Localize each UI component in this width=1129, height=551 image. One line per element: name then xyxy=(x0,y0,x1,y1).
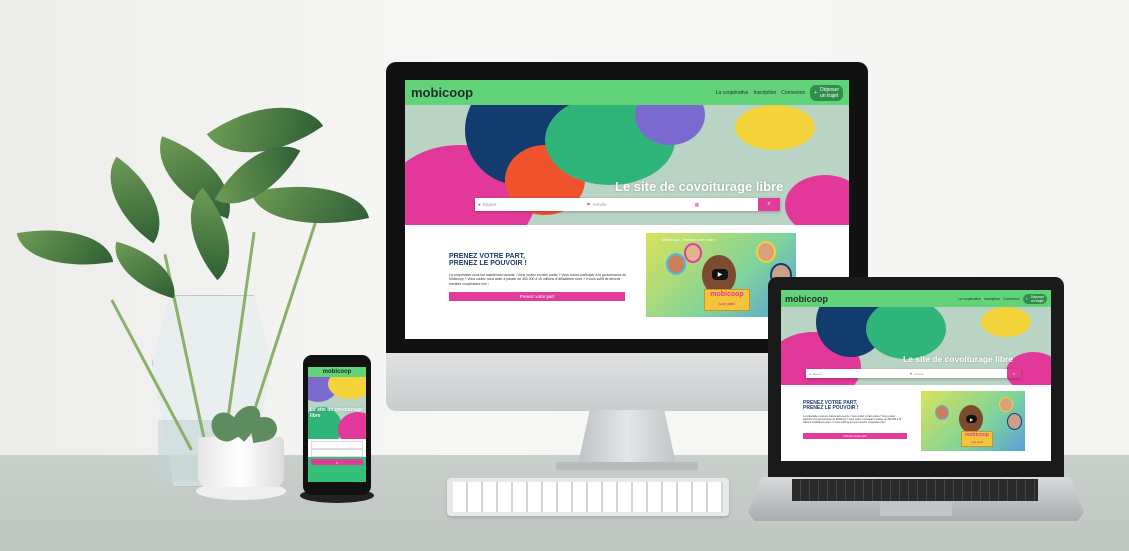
nav-link-cooperative[interactable]: La coopérative xyxy=(716,90,749,96)
hero-banner: Le site de covoiturage libre ● Départ ⚑ Ar… xyxy=(405,105,849,225)
site-navbar: mobicoop La coopérative Inscription Conn… xyxy=(405,80,849,105)
departure-field[interactable]: ● Départ xyxy=(475,202,583,207)
hero-banner: Le site de covoiturage libre xyxy=(308,377,366,439)
calendar-icon: ▦ xyxy=(694,201,700,207)
hero-title: Le site de covoiturage libre xyxy=(615,179,784,194)
search-button[interactable]: ⌕ xyxy=(311,459,363,465)
play-icon[interactable]: ▶ xyxy=(712,269,728,280)
arrival-field[interactable]: ⚑ Arrivée xyxy=(907,372,1008,376)
site-logo[interactable]: mobicoop xyxy=(785,294,828,304)
laptop-screen: mobicoop La coopérative Inscription Conn… xyxy=(781,290,1051,461)
departure-field[interactable] xyxy=(311,441,363,449)
site-logo[interactable]: mobicoop xyxy=(323,369,352,375)
imac-stand-foot xyxy=(556,462,698,470)
plus-icon: + xyxy=(814,89,818,96)
hero-shape xyxy=(328,377,366,399)
section-text: La coopérative vous est maintenant ouver… xyxy=(803,415,902,424)
nav-link-signup[interactable]: Inscription xyxy=(753,90,776,96)
take-your-share-button[interactable]: Prenez votre part xyxy=(803,433,907,439)
search-icon: ⌕ xyxy=(767,201,771,207)
person-face xyxy=(756,241,776,263)
imac-stand xyxy=(578,410,676,464)
plus-icon: + xyxy=(1025,296,1028,301)
hero-title: Le site de covoiturage libre xyxy=(903,354,1014,364)
person-face xyxy=(1007,413,1022,430)
person-face xyxy=(999,397,1013,412)
laptop-keyboard xyxy=(792,479,1038,501)
video-embed[interactable]: ▶ mobicoop une part xyxy=(921,391,1025,451)
nav-link-login[interactable]: Connexion xyxy=(1003,297,1020,301)
phone-screen: mobicoop Le site de covoiturage libre ⌕ xyxy=(308,367,366,482)
person-face xyxy=(666,253,686,275)
search-button[interactable]: ⌕ xyxy=(1007,369,1021,378)
search-bar: ● Départ ⚑ Arrivée ▦ ⌕ xyxy=(475,198,781,211)
site-navbar: mobicoop La coopérative Inscription Conn… xyxy=(781,290,1051,307)
search-icon: ⌕ xyxy=(1012,371,1016,376)
video-sign: mobicoop une part xyxy=(961,431,993,447)
arrival-field[interactable] xyxy=(311,449,363,457)
arrival-field[interactable]: ⚑ Arrivée xyxy=(583,202,691,208)
nav-link-signup[interactable]: Inscription xyxy=(984,297,1000,301)
post-trip-button[interactable]: + Déposer un trajet xyxy=(1022,293,1047,304)
laptop-trackpad xyxy=(880,502,952,516)
take-your-share-button[interactable]: Prenez votre part xyxy=(449,292,625,301)
map-pin-icon: ● xyxy=(809,371,811,376)
search-icon: ⌕ xyxy=(335,459,339,465)
date-field[interactable]: ▦ xyxy=(692,202,758,208)
keyboard-keys xyxy=(453,482,723,512)
section-text: La coopérative vous est maintenant ouver… xyxy=(449,273,627,286)
video-title: Mobicoop - Prenez votre part ! xyxy=(662,237,716,242)
hero-shape xyxy=(866,307,946,359)
person-face xyxy=(935,405,949,420)
search-button[interactable]: ⌕ xyxy=(758,198,781,211)
person-face xyxy=(684,243,702,263)
post-trip-button[interactable]: + Déposer un trajet xyxy=(810,84,843,101)
content-section: PRENEZ VOTRE PART, PRENEZ LE POUVOIR ! L… xyxy=(781,385,1051,461)
nav-link-cooperative[interactable]: La coopérative xyxy=(958,297,981,301)
video-sign: mobicoop une part xyxy=(704,289,750,311)
nav-links: La coopérative Inscription Connexion xyxy=(716,90,806,96)
white-pot xyxy=(198,437,284,487)
hero-shape xyxy=(981,307,1031,337)
map-pin-icon: ● xyxy=(478,202,481,207)
hero-shape xyxy=(785,175,849,225)
nav-link-login[interactable]: Connexion xyxy=(781,90,805,96)
site-navbar: mobicoop xyxy=(308,367,366,377)
hero-title: Le site de covoiturage libre xyxy=(310,407,363,419)
hero-shape xyxy=(735,105,815,150)
flag-icon: ⚑ xyxy=(586,201,591,207)
nav-links: La coopérative Inscription Connexion xyxy=(958,297,1020,301)
section-heading: PRENEZ VOTRE PART, PRENEZ LE POUVOIR ! xyxy=(449,253,527,268)
flag-icon: ⚑ xyxy=(909,371,913,376)
section-heading: PRENEZ VOTRE PART, PRENEZ LE POUVOIR ! xyxy=(803,400,859,412)
departure-field[interactable]: ● Départ xyxy=(806,372,907,376)
hero-banner: Le site de covoiturage libre ● Départ ⚑ Ar… xyxy=(781,307,1051,385)
site-logo[interactable]: mobicoop xyxy=(411,85,473,100)
play-icon[interactable]: ▶ xyxy=(966,415,977,423)
search-bar: ● Départ ⚑ Arrivée ⌕ xyxy=(806,369,1021,378)
